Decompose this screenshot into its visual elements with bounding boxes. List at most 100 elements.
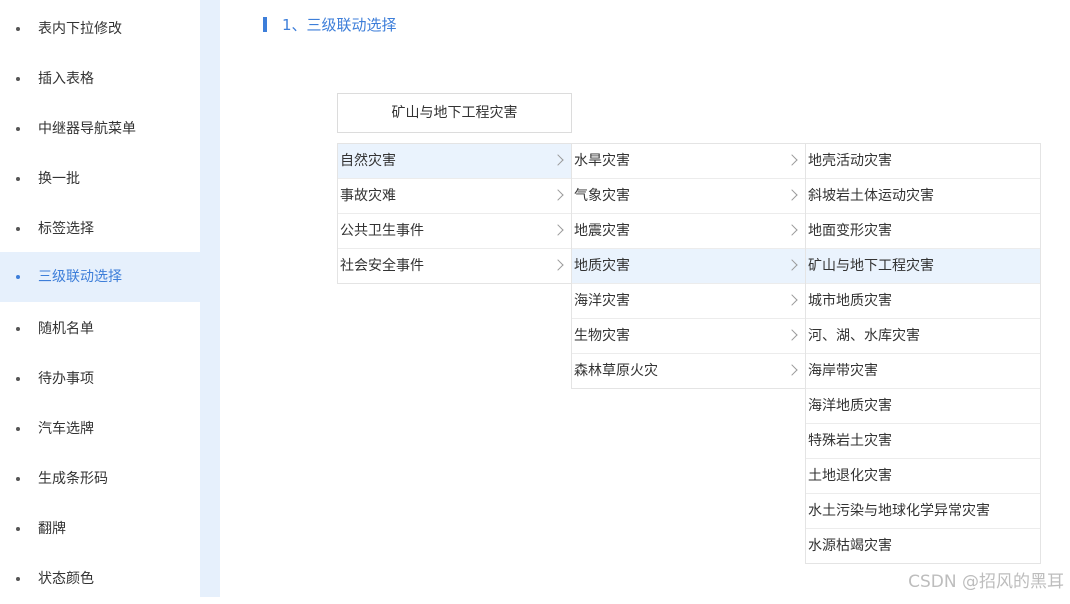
chevron-right-icon	[552, 189, 563, 200]
sidebar-item-label: 中继器导航菜单	[38, 104, 136, 154]
bullet-icon	[16, 275, 20, 279]
bullet-icon	[16, 427, 20, 431]
bullet-icon	[16, 327, 20, 331]
cascader-level2-list: 水旱灾害 气象灾害 地震灾害 地质灾害 海洋灾害 生物灾害 森林草原火灾	[571, 143, 807, 389]
cascader-option[interactable]: 地震灾害	[572, 214, 806, 249]
cascader-option[interactable]: 城市地质灾害	[806, 284, 1040, 319]
cascader-option[interactable]: 森林草原火灾	[572, 354, 806, 388]
chevron-right-icon	[786, 189, 797, 200]
option-label: 水旱灾害	[574, 153, 630, 169]
cascader-option[interactable]: 斜坡岩土体运动灾害	[806, 179, 1040, 214]
option-label: 自然灾害	[340, 153, 396, 169]
cascader-option[interactable]: 土地退化灾害	[806, 459, 1040, 494]
cascader-option[interactable]: 地质灾害	[572, 249, 806, 284]
option-label: 生物灾害	[574, 328, 630, 344]
sidebar-item-tag-select[interactable]: 标签选择	[0, 204, 200, 254]
cascader-option[interactable]: 公共卫生事件	[338, 214, 572, 249]
sidebar-item-car-plate[interactable]: 汽车选牌	[0, 404, 200, 454]
cascader-option[interactable]: 海洋灾害	[572, 284, 806, 319]
option-label: 城市地质灾害	[808, 293, 892, 309]
cascade-select-input[interactable]: 矿山与地下工程灾害	[337, 93, 572, 133]
sidebar-item-random-list[interactable]: 随机名单	[0, 304, 200, 354]
option-label: 水源枯竭灾害	[808, 538, 892, 554]
sidebar-item-label: 汽车选牌	[38, 404, 94, 454]
cascader-option[interactable]: 生物灾害	[572, 319, 806, 354]
option-label: 水土污染与地球化学异常灾害	[808, 503, 990, 519]
option-label: 气象灾害	[574, 188, 630, 204]
bullet-icon	[16, 127, 20, 131]
sidebar-item-label: 标签选择	[38, 204, 94, 254]
bullet-icon	[16, 27, 20, 31]
option-label: 海洋灾害	[574, 293, 630, 309]
sidebar-item-barcode[interactable]: 生成条形码	[0, 454, 200, 504]
chevron-right-icon	[786, 329, 797, 340]
cascader-option[interactable]: 社会安全事件	[338, 249, 572, 283]
cascader-option[interactable]: 特殊岩土灾害	[806, 424, 1040, 459]
chevron-right-icon	[552, 259, 563, 270]
bullet-icon	[16, 227, 20, 231]
sidebar-item-label: 三级联动选择	[38, 252, 122, 302]
chevron-right-icon	[552, 224, 563, 235]
section-title: 1、三级联动选择	[282, 14, 397, 36]
sidebar-item-table-dropdown-edit[interactable]: 表内下拉修改	[0, 4, 200, 54]
bullet-icon	[16, 527, 20, 531]
bullet-icon	[16, 577, 20, 581]
sidebar-item-label: 随机名单	[38, 304, 94, 354]
chevron-right-icon	[786, 154, 797, 165]
option-label: 地壳活动灾害	[808, 153, 892, 169]
option-label: 事故灾难	[340, 188, 396, 204]
sidebar-item-label: 翻牌	[38, 504, 66, 554]
cascader-option[interactable]: 气象灾害	[572, 179, 806, 214]
chevron-right-icon	[786, 259, 797, 270]
option-label: 土地退化灾害	[808, 468, 892, 484]
sidebar-item-flip-card[interactable]: 翻牌	[0, 504, 200, 554]
option-label: 地震灾害	[574, 223, 630, 239]
option-label: 斜坡岩土体运动灾害	[808, 188, 934, 204]
cascader-option[interactable]: 水旱灾害	[572, 144, 806, 179]
option-label: 矿山与地下工程灾害	[808, 258, 934, 274]
option-label: 海岸带灾害	[808, 363, 878, 379]
bullet-icon	[16, 377, 20, 381]
option-label: 特殊岩土灾害	[808, 433, 892, 449]
cascader-option[interactable]: 地壳活动灾害	[806, 144, 1040, 179]
cascader-option[interactable]: 河、湖、水库灾害	[806, 319, 1040, 354]
sidebar-item-label: 待办事项	[38, 354, 94, 404]
sidebar-item-insert-table[interactable]: 插入表格	[0, 54, 200, 104]
sidebar-item-label: 插入表格	[38, 54, 94, 104]
bullet-icon	[16, 477, 20, 481]
bullet-icon	[16, 177, 20, 181]
option-label: 河、湖、水库灾害	[808, 328, 920, 344]
sidebar-item-label: 换一批	[38, 154, 80, 204]
option-label: 社会安全事件	[340, 258, 424, 274]
sidebar: 表内下拉修改 插入表格 中继器导航菜单 换一批 标签选择 三级联动选择 随机名单…	[0, 0, 200, 597]
sidebar-divider	[200, 0, 220, 597]
sidebar-item-label: 表内下拉修改	[38, 4, 122, 54]
cascader-option[interactable]: 矿山与地下工程灾害	[806, 249, 1040, 284]
cascader-option[interactable]: 海洋地质灾害	[806, 389, 1040, 424]
chevron-right-icon	[552, 154, 563, 165]
option-label: 地面变形灾害	[808, 223, 892, 239]
option-label: 公共卫生事件	[340, 223, 424, 239]
sidebar-item-refresh-batch[interactable]: 换一批	[0, 154, 200, 204]
chevron-right-icon	[786, 364, 797, 375]
option-label: 地质灾害	[574, 258, 630, 274]
chevron-right-icon	[786, 224, 797, 235]
sidebar-item-repeater-nav-menu[interactable]: 中继器导航菜单	[0, 104, 200, 154]
chevron-right-icon	[786, 294, 797, 305]
cascader-level3-list: 地壳活动灾害 斜坡岩土体运动灾害 地面变形灾害 矿山与地下工程灾害 城市地质灾害…	[805, 143, 1041, 564]
cascader-option[interactable]: 事故灾难	[338, 179, 572, 214]
sidebar-item-cascade-select[interactable]: 三级联动选择	[0, 252, 200, 302]
cascader-level1-list: 自然灾害 事故灾难 公共卫生事件 社会安全事件	[337, 143, 573, 284]
section-marker	[263, 17, 267, 32]
cascader-option[interactable]: 水土污染与地球化学异常灾害	[806, 494, 1040, 529]
bullet-icon	[16, 77, 20, 81]
sidebar-item-todo[interactable]: 待办事项	[0, 354, 200, 404]
cascader-option[interactable]: 自然灾害	[338, 144, 572, 179]
cascader-option[interactable]: 水源枯竭灾害	[806, 529, 1040, 563]
sidebar-item-label: 生成条形码	[38, 454, 108, 504]
watermark: CSDN @招风的黑耳	[908, 571, 1064, 593]
option-label: 森林草原火灾	[574, 363, 658, 379]
cascader-option[interactable]: 地面变形灾害	[806, 214, 1040, 249]
option-label: 海洋地质灾害	[808, 398, 892, 414]
cascader-option[interactable]: 海岸带灾害	[806, 354, 1040, 389]
